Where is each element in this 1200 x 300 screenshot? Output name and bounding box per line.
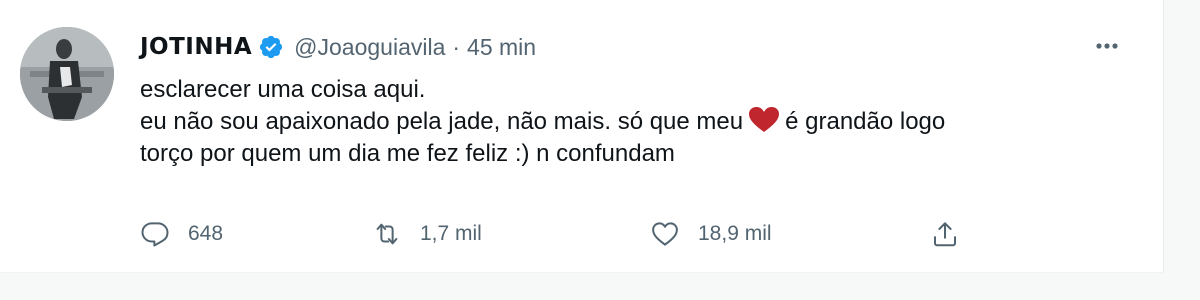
tweet-text-line: torço por quem um dia me fez feliz :) n … [140,140,675,167]
reply-icon [141,222,169,247]
reply-button[interactable]: 648 [140,214,223,254]
display-name[interactable]: JOTINHA [140,34,252,60]
red-heart-icon [749,107,780,133]
tweet-text: esclarecer uma coisa aqui. eu não sou ap… [140,74,1140,170]
like-icon [652,222,678,246]
verified-badge-icon [258,34,284,60]
user-handle[interactable]: @Joaoguiavila [294,34,445,61]
like-count: 18,9 mil [698,222,772,245]
tweet-text-line: eu não sou apaixonado pela jade, não mai… [140,106,1140,138]
retweet-icon [376,223,398,245]
tweet-card[interactable]: JOTINHA @Joaoguiavila · 45 min esclarece… [0,0,1164,273]
avatar[interactable] [20,27,114,121]
reply-count: 648 [188,222,224,245]
retweet-count: 1,7 mil [420,222,482,245]
separator-dot: · [452,33,461,60]
tweet-text-fragment: é grandão logo [785,108,946,135]
tweet-text-line: esclarecer uma coisa aqui. [140,76,426,103]
page-background [1164,0,1200,300]
timestamp[interactable]: 45 min [467,34,536,61]
tweet-text-fragment: eu não sou apaixonado pela jade, não mai… [140,108,744,135]
retweet-button[interactable]: 1,7 mil [372,214,482,254]
like-button[interactable]: 18,9 mil [650,214,772,254]
more-icon[interactable] [1090,36,1124,56]
tweet-actions: 648 1,7 mil 18,9 mil [0,214,1163,254]
tweet-header: JOTINHA @Joaoguiavila · 45 min [140,30,536,64]
share-button[interactable] [930,214,960,254]
share-icon [934,222,956,247]
page-background [0,273,1164,300]
